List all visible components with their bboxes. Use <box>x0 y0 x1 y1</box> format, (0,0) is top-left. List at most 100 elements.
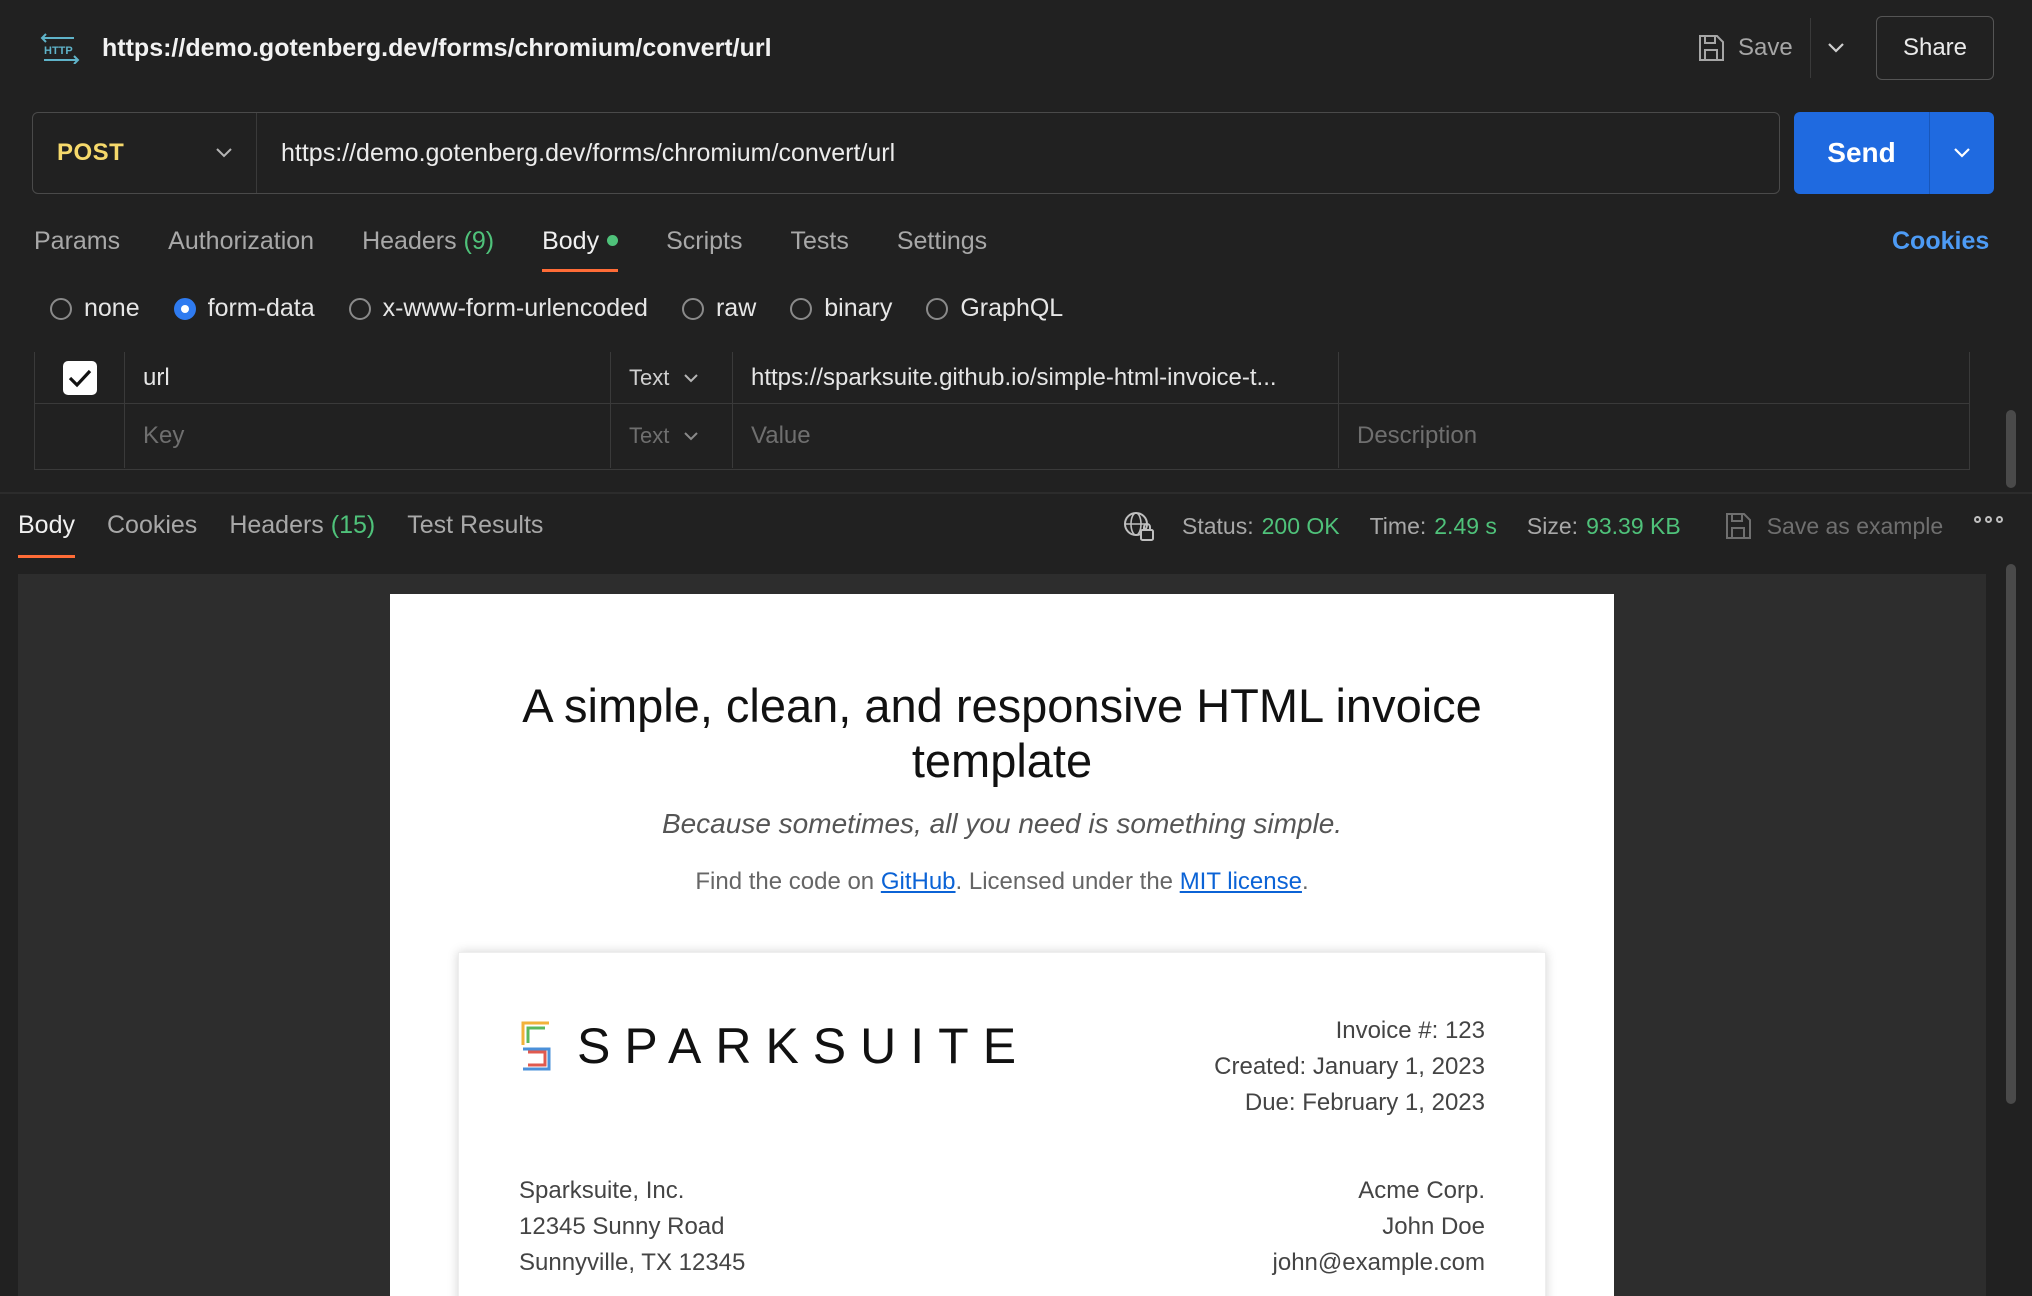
github-link[interactable]: GitHub <box>881 868 956 895</box>
radio-circle-selected <box>173 297 196 320</box>
checkmark-icon <box>68 369 91 387</box>
more-icon[interactable] <box>1974 516 2003 523</box>
url-bar: POST https://demo.gotenberg.dev/forms/ch… <box>32 112 1780 194</box>
type-select[interactable]: Text <box>611 404 733 468</box>
response-headers-count: (15) <box>330 511 376 539</box>
status-label: Status: <box>1182 512 1254 539</box>
table-row: url Text https://sparksuite.github.io/si… <box>35 352 1969 404</box>
headers-count: (9) <box>463 227 495 255</box>
sparksuite-logo: SPARKSUITE <box>519 1017 1030 1075</box>
chevron-down-icon <box>1827 43 1844 53</box>
row-checkbox-cell <box>35 404 125 468</box>
invoice-created: Created: January 1, 2023 <box>1214 1053 1485 1080</box>
time-value[interactable]: 2.49 s <box>1434 513 1497 540</box>
radio-label: binary <box>824 294 893 322</box>
row-checkbox-cell <box>35 352 125 403</box>
tab-headers-label: Headers <box>362 227 457 255</box>
response-tab-headers[interactable]: Headers (15) <box>229 506 375 558</box>
sparksuite-logo-mark <box>521 1021 551 1071</box>
radio-circle <box>50 297 72 320</box>
cookies-link[interactable]: Cookies <box>1892 222 1989 260</box>
save-icon <box>1725 513 1751 539</box>
method-select[interactable]: POST <box>33 113 257 193</box>
send-button-group: Send <box>1794 112 1994 194</box>
key-input[interactable]: Key <box>125 404 611 468</box>
find-suffix: . <box>1301 868 1309 895</box>
size-label: Size: <box>1526 512 1579 539</box>
radio-label: x-www-form-urlencoded <box>382 294 648 322</box>
send-button[interactable]: Send <box>1794 112 1930 194</box>
save-as-example-button[interactable]: Save as example <box>1723 511 1943 541</box>
status-value[interactable]: 200 OK <box>1262 513 1340 540</box>
value-input[interactable]: Value <box>733 404 1339 468</box>
chevron-down-icon <box>684 373 699 382</box>
tab-body[interactable]: Body <box>542 222 619 272</box>
description-field[interactable] <box>1339 352 1969 403</box>
save-button[interactable]: Save <box>1696 28 1793 68</box>
find-prefix: Find the code on <box>695 868 881 895</box>
type-label: Text <box>629 364 670 390</box>
radio-circle <box>790 297 813 320</box>
table-row-new: Key Text Value Description <box>35 404 1969 468</box>
type-label: Text <box>629 423 670 448</box>
pane-divider[interactable] <box>0 492 2032 494</box>
chevron-down-icon <box>1954 148 1970 158</box>
invoice-from: Sparksuite, Inc. 12345 Sunny Road Sunnyv… <box>519 1173 745 1281</box>
radio-graphql[interactable]: GraphQL <box>926 294 1063 323</box>
save-label: Save <box>1738 34 1793 61</box>
tab-headers[interactable]: Headers (9) <box>362 222 494 272</box>
radio-form-data[interactable]: form-data <box>173 294 315 323</box>
tab-tests[interactable]: Tests <box>790 222 848 272</box>
request-scrollbar[interactable] <box>2006 410 2016 488</box>
radio-circle <box>348 297 371 320</box>
description-input[interactable]: Description <box>1339 404 1969 468</box>
to-line: John Doe <box>1382 1213 1485 1240</box>
svg-text:HTTP: HTTP <box>44 45 73 57</box>
radio-none[interactable]: none <box>50 294 140 323</box>
size-value[interactable]: 93.39 KB <box>1586 513 1681 540</box>
invoice-due: Due: February 1, 2023 <box>1244 1089 1485 1116</box>
chevron-down-icon <box>684 432 699 441</box>
radio-binary[interactable]: binary <box>790 294 892 323</box>
key-field[interactable]: url <box>125 352 611 403</box>
request-tabs: Params Authorization Headers (9) Body Sc… <box>34 222 1035 272</box>
form-data-table: url Text https://sparksuite.github.io/si… <box>34 352 1970 470</box>
radio-circle <box>681 297 704 320</box>
response-tab-body[interactable]: Body <box>18 506 75 558</box>
method-label: POST <box>57 139 125 166</box>
from-line: 12345 Sunny Road <box>519 1213 725 1240</box>
response-headers-label: Headers <box>229 511 324 539</box>
from-line: Sunnyville, TX 12345 <box>519 1249 746 1276</box>
radio-label: GraphQL <box>960 294 1064 322</box>
response-meta: Status: 200 OK Time: 2.49 s Size: 93.39 … <box>1122 508 1943 544</box>
radio-urlencoded[interactable]: x-www-form-urlencoded <box>348 294 648 323</box>
radio-label: form-data <box>207 294 315 322</box>
preview-page: A simple, clean, and responsive HTML inv… <box>390 594 1614 1296</box>
radio-circle <box>926 297 949 320</box>
row-checkbox[interactable] <box>62 360 97 395</box>
save-options-button[interactable] <box>1810 18 1860 78</box>
share-button[interactable]: Share <box>1876 16 1994 80</box>
response-tab-test-results[interactable]: Test Results <box>407 506 543 558</box>
value-field[interactable]: https://sparksuite.github.io/simple-html… <box>733 352 1339 403</box>
url-input[interactable]: https://demo.gotenberg.dev/forms/chromiu… <box>257 139 895 168</box>
send-options-button[interactable] <box>1930 112 1994 194</box>
license-link[interactable]: MIT license <box>1180 868 1302 895</box>
from-line: Sparksuite, Inc. <box>519 1177 685 1204</box>
response-scrollbar[interactable] <box>2006 564 2016 1104</box>
invoice-box: SPARKSUITE Invoice #: 123 Created: Janua… <box>458 952 1546 1296</box>
type-select[interactable]: Text <box>611 352 733 403</box>
time-label: Time: <box>1369 512 1427 539</box>
radio-raw[interactable]: raw <box>681 294 756 323</box>
response-tab-cookies[interactable]: Cookies <box>107 506 197 558</box>
tab-scripts[interactable]: Scripts <box>666 222 742 272</box>
request-title[interactable]: https://demo.gotenberg.dev/forms/chromiu… <box>102 30 772 66</box>
tab-params[interactable]: Params <box>34 222 120 272</box>
globe-lock-icon[interactable] <box>1122 510 1156 542</box>
tab-authorization[interactable]: Authorization <box>168 222 314 272</box>
find-middle: . Licensed under the <box>955 868 1180 895</box>
body-type-options: none form-data x-www-form-urlencoded raw… <box>50 294 1097 323</box>
preview-title: A simple, clean, and responsive HTML inv… <box>522 679 1482 787</box>
tab-settings[interactable]: Settings <box>897 222 987 272</box>
invoice-meta: Invoice #: 123 Created: January 1, 2023 … <box>1214 1013 1485 1121</box>
